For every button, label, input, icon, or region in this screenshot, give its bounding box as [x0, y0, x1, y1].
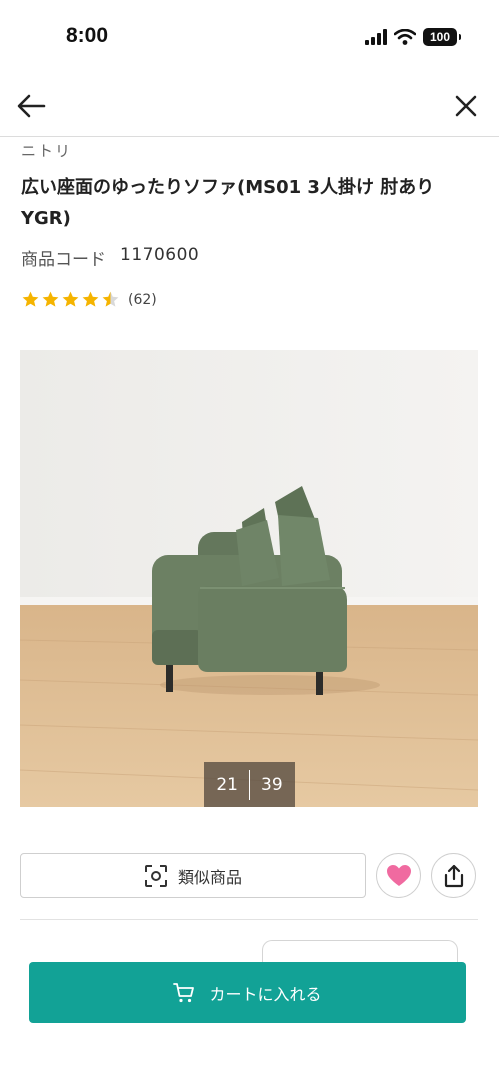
counter-separator — [249, 769, 250, 800]
product-code-label: 商品コード — [21, 250, 106, 270]
signal-icon — [365, 29, 387, 45]
status-bar: 8:00 100 — [0, 0, 499, 75]
image-counter-current: 21 — [216, 774, 238, 795]
product-code-row: 商品コード 1170600 — [21, 245, 199, 270]
favorite-button[interactable] — [376, 853, 421, 898]
status-icons: 100 — [365, 28, 461, 46]
star-icon — [82, 291, 99, 307]
nav-bar — [0, 75, 499, 137]
back-arrow-icon[interactable] — [14, 89, 48, 123]
share-button[interactable] — [431, 853, 476, 898]
review-count[interactable]: (62) — [128, 292, 157, 308]
product-title: 広い座面のゆったりソファ(MS01 3人掛け 肘あり YGR) — [21, 177, 435, 229]
half-star-icon — [102, 291, 119, 307]
image-counter: 21 39 — [204, 762, 295, 807]
star-icon — [22, 291, 39, 307]
similar-products-button[interactable]: 類似商品 — [20, 853, 366, 898]
image-counter-total: 39 — [261, 774, 283, 795]
similar-products-label: 類似商品 — [177, 867, 242, 887]
add-to-cart-button[interactable]: カートに入れる — [29, 962, 466, 1023]
product-image[interactable]: 21 39 — [20, 350, 478, 807]
heart-icon — [386, 864, 411, 886]
close-icon[interactable] — [449, 89, 483, 123]
star-rating — [21, 290, 120, 309]
add-to-cart-label: カートに入れる — [209, 984, 322, 1004]
star-icon — [42, 291, 59, 307]
wifi-icon — [394, 29, 416, 45]
star-icon — [62, 291, 79, 307]
section-divider — [20, 919, 478, 920]
image-search-icon — [144, 864, 167, 887]
share-icon — [444, 864, 463, 887]
status-time: 8:00 — [66, 24, 109, 47]
rating-row[interactable]: (62) — [21, 290, 157, 309]
battery-icon: 100 — [423, 28, 461, 46]
product-code-value: 1170600 — [120, 245, 200, 265]
sofa-photo — [20, 350, 478, 807]
brand-name: ニトリ — [21, 142, 73, 160]
cart-icon — [173, 982, 195, 1002]
